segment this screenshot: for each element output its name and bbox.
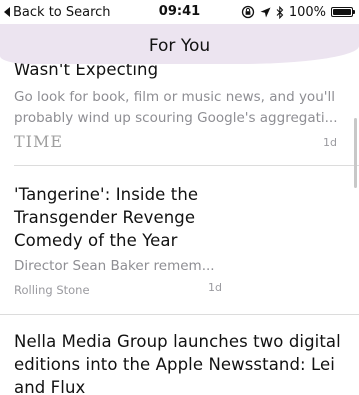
divider [0,314,359,315]
source-logo-time: TIME [14,132,64,151]
battery-level [333,9,351,15]
location-arrow-icon [260,7,271,18]
article-source: Rolling Stone [14,283,90,297]
news-screen: Wasn't Expecting Go look for book, film … [0,0,359,395]
article-card-time[interactable]: Wasn't Expecting Go look for book, film … [0,58,359,152]
status-bar: Back to Search 09:41 100% [0,0,359,24]
battery-cap [353,10,355,14]
article-card-rolling-stone[interactable]: 'Tangerine': Inside the Transgender Reve… [0,183,359,299]
article-summary: Director Sean Baker remem... [14,258,215,274]
battery-percentage: 100% [288,4,326,20]
article-headline: and Flux [14,378,86,395]
article-age: 1d [208,281,222,294]
battery-icon [331,7,355,17]
bluetooth-icon [276,5,284,19]
nav-title: For You [148,36,211,56]
article-headline: Comedy of the Year [14,231,178,250]
orientation-lock-icon [241,5,255,19]
article-headline: Transgender Revenge [14,208,196,227]
article-summary: probably wind up scouring Google's aggre… [14,110,338,126]
divider [14,165,359,166]
article-headline: editions into the Apple Newsstand: Lei [14,355,335,374]
navigation-bar: For You [0,24,359,64]
article-age: 1d [323,136,337,149]
article-summary: Go look for book, film or music news, an… [14,89,335,105]
status-indicators: 100% [241,3,355,21]
article-headline: 'Tangerine': Inside the [14,185,199,204]
article-headline: Nella Media Group launches two digital [14,332,341,351]
scroll-indicator[interactable] [354,118,357,188]
article-card-nella-media[interactable]: Nella Media Group launches two digital e… [0,330,359,395]
